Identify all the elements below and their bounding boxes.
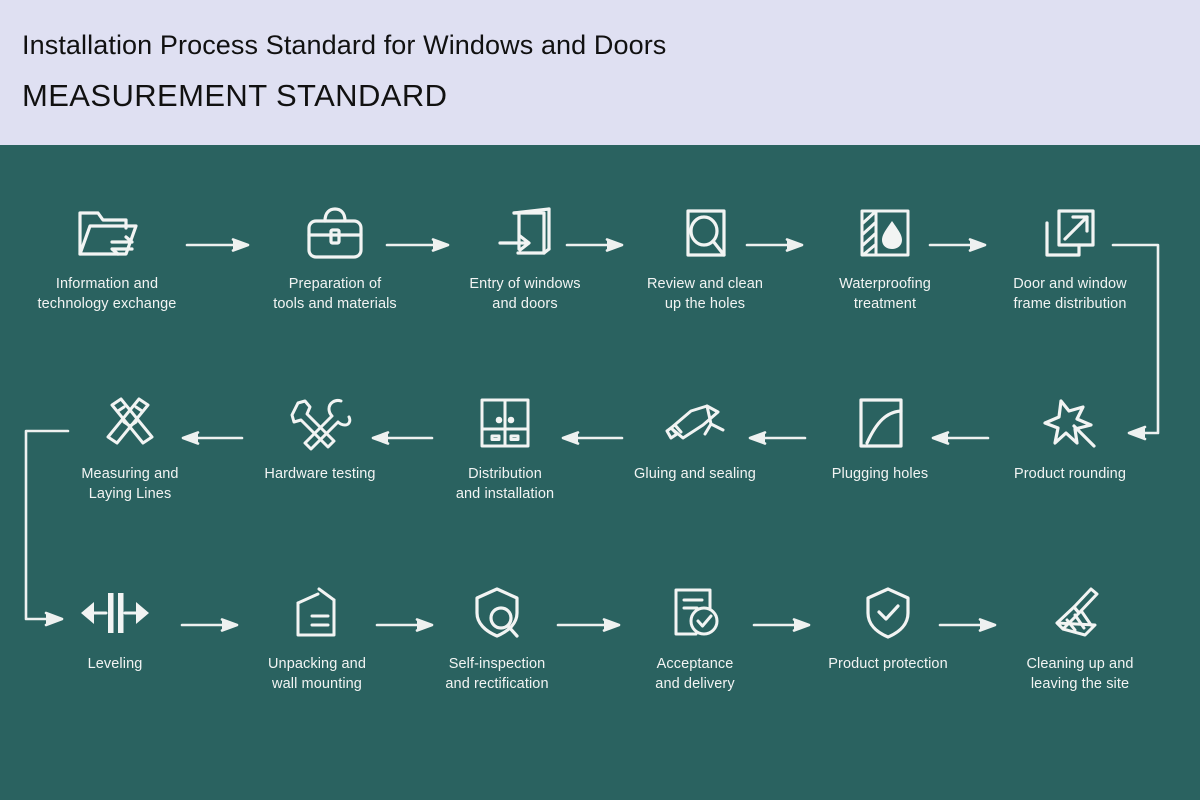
step-label: Hardware testing xyxy=(264,466,376,482)
flow-arrow-left-5 xyxy=(178,430,244,446)
step-node-entry-of-windows-and-doors[interactable]: Entry of windows and doors xyxy=(440,200,610,314)
step-label: Self-inspection and rectification xyxy=(445,656,549,692)
flow-arrow-left-4 xyxy=(368,430,434,446)
flow-arrow-left-3 xyxy=(558,430,624,446)
step-label: Review and clean up the holes xyxy=(646,276,764,312)
flow-arrow-right-7 xyxy=(375,617,437,633)
step-label: Product rounding xyxy=(1013,466,1127,482)
plugging-frame-icon xyxy=(795,390,965,456)
folder-exchange-icon xyxy=(22,200,192,266)
page-title: Installation Process Standard for Window… xyxy=(22,30,667,60)
page-subtitle: MEASUREMENT STANDARD xyxy=(22,78,448,113)
document-check-icon xyxy=(610,580,780,646)
leveling-arrows-icon xyxy=(30,580,200,646)
flow-arrow-right-8 xyxy=(556,617,624,633)
window-panels-icon xyxy=(420,390,590,456)
step-label: Entry of windows and doors xyxy=(469,276,581,312)
entry-arrow-frame-icon xyxy=(440,200,610,266)
step-node-information-and-technology-exchange[interactable]: Information and technology exchange xyxy=(22,200,192,314)
step-node-cleaning-up-and-leaving-the-site[interactable]: Cleaning up and leaving the site xyxy=(995,580,1165,694)
flow-diagram-canvas: Information and technology exchange Prep… xyxy=(0,145,1200,800)
step-label: Preparation of tools and materials xyxy=(273,276,397,312)
header-banner: Installation Process Standard for Window… xyxy=(0,0,1200,145)
step-node-review-and-clean-up-the-holes[interactable]: Review and clean up the holes xyxy=(620,200,790,314)
step-label: Product protection xyxy=(828,656,948,672)
step-label: Distribution and installation xyxy=(455,466,555,502)
flow-arrow-right-10 xyxy=(938,617,1000,633)
step-node-distribution-and-installation[interactable]: Distribution and installation xyxy=(420,390,590,504)
flow-arrow-right-1 xyxy=(185,237,253,253)
flow-arrow-left-2 xyxy=(745,430,807,446)
step-label: Acceptance and delivery xyxy=(655,656,735,692)
wall-mount-sign-icon xyxy=(232,580,402,646)
pushpin-icon xyxy=(985,390,1155,456)
step-label: Leveling xyxy=(87,656,143,672)
shield-magnifier-icon xyxy=(412,580,582,646)
flow-arrow-right-6 xyxy=(180,617,242,633)
flow-arrow-right-3 xyxy=(565,237,627,253)
glue-gun-icon xyxy=(610,390,780,456)
waterdrop-panel-icon xyxy=(800,200,970,266)
step-label: Cleaning up and leaving the site xyxy=(1026,656,1134,692)
toolbox-icon xyxy=(250,200,420,266)
flow-arrow-right-5 xyxy=(928,237,990,253)
flow-arrow-right-4 xyxy=(745,237,807,253)
step-label: Plugging holes xyxy=(831,466,929,482)
step-label: Information and technology exchange xyxy=(37,276,177,312)
step-label: Gluing and sealing xyxy=(634,466,756,482)
step-label: Waterproofing treatment xyxy=(839,276,931,312)
step-node-self-inspection-and-rectification[interactable]: Self-inspection and rectification xyxy=(412,580,582,694)
flow-arrow-right-2 xyxy=(385,237,453,253)
flow-arrow-left-1 xyxy=(928,430,990,446)
step-node-acceptance-and-delivery[interactable]: Acceptance and delivery xyxy=(610,580,780,694)
infographic-page: Installation Process Standard for Window… xyxy=(0,0,1200,800)
broom-icon xyxy=(995,580,1165,646)
step-label: Unpacking and wall mounting xyxy=(267,656,367,692)
step-node-preparation-of-tools-and-materials[interactable]: Preparation of tools and materials xyxy=(250,200,420,314)
step-node-unpacking-and-wall-mounting[interactable]: Unpacking and wall mounting xyxy=(232,580,402,694)
shield-check-icon xyxy=(803,580,973,646)
flow-arrow-right-9 xyxy=(752,617,814,633)
step-node-waterproofing-treatment[interactable]: Waterproofing treatment xyxy=(800,200,970,314)
step-node-product-rounding[interactable]: Product rounding xyxy=(985,390,1155,484)
wrench-screwdriver-icon xyxy=(235,390,405,456)
magnifier-frame-icon xyxy=(620,200,790,266)
step-node-leveling[interactable]: Leveling xyxy=(30,580,200,674)
